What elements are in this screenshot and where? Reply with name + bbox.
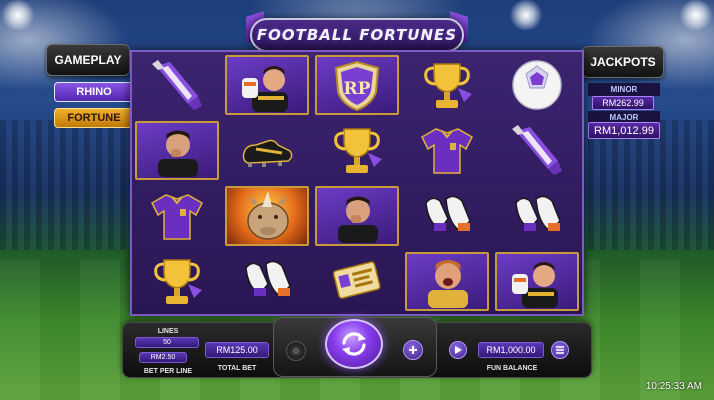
trophy-symbol bbox=[418, 58, 476, 112]
minor-jackpot-value: RM262.99 bbox=[592, 96, 654, 110]
fortune-mode-button[interactable]: FORTUNE bbox=[54, 108, 134, 128]
card-symbol bbox=[328, 254, 386, 308]
boot-symbol bbox=[238, 123, 296, 177]
scarf-symbol bbox=[508, 123, 566, 177]
menu-icon bbox=[556, 346, 564, 354]
control-bar: LINES 50 RM2.50 BET PER LINE RM125.00 TO… bbox=[122, 317, 592, 378]
stop-icon bbox=[292, 347, 300, 355]
rhino-symbol bbox=[238, 189, 296, 243]
reel-cell bbox=[222, 249, 312, 315]
reel-cell bbox=[312, 118, 402, 184]
gloves-symbol bbox=[508, 189, 566, 243]
lines-selector[interactable]: 50 bbox=[135, 337, 199, 348]
reel-cell bbox=[402, 249, 492, 315]
total-bet-value: RM125.00 bbox=[205, 342, 269, 358]
floodlight-left bbox=[0, 0, 36, 30]
reel-cell bbox=[492, 249, 582, 315]
reel-cell bbox=[222, 118, 312, 184]
reel-cell bbox=[132, 118, 222, 184]
fun-balance-value: RM1,000.00 bbox=[478, 342, 544, 358]
plus-icon bbox=[409, 346, 417, 354]
rhino-mode-button[interactable]: RHINO bbox=[54, 82, 134, 102]
reel-cell bbox=[312, 249, 402, 315]
reel-cell bbox=[492, 183, 582, 249]
autoplay-button[interactable] bbox=[449, 341, 467, 359]
minor-jackpot-label: MINOR bbox=[588, 83, 660, 96]
svg-text:RP: RP bbox=[344, 79, 371, 99]
spin-button[interactable] bbox=[325, 319, 383, 369]
jersey-symbol bbox=[418, 123, 476, 177]
reel-cell bbox=[402, 52, 492, 118]
trophy-symbol bbox=[148, 254, 206, 308]
floodlight-right bbox=[678, 0, 714, 30]
stop-button[interactable] bbox=[286, 341, 306, 361]
reel-cell bbox=[132, 52, 222, 118]
reel-cell bbox=[492, 118, 582, 184]
total-bet-label: TOTAL BET bbox=[217, 365, 257, 372]
reel-cell bbox=[312, 183, 402, 249]
menu-button[interactable] bbox=[551, 341, 569, 359]
clock: 10:25:33 AM bbox=[645, 381, 702, 392]
reel-cell bbox=[402, 118, 492, 184]
game-logo: FOOTBALL FORTUNES bbox=[250, 18, 464, 52]
symbol-grid: RP bbox=[132, 52, 582, 314]
goalkeeper-symbol bbox=[238, 58, 296, 112]
fun-balance-label: FUN BALANCE bbox=[486, 365, 538, 372]
player-portrait-symbol bbox=[328, 189, 386, 243]
gloves-symbol bbox=[418, 189, 476, 243]
bet-per-line-selector[interactable]: RM2.50 bbox=[139, 352, 187, 363]
rp-badge-symbol: RP bbox=[328, 58, 386, 112]
gameplay-heading: GAMEPLAY bbox=[46, 44, 130, 76]
floodlight-center bbox=[508, 0, 544, 30]
jackpots-heading: JACKPOTS bbox=[582, 46, 664, 78]
reel-cell bbox=[132, 249, 222, 315]
increase-bet-button[interactable] bbox=[403, 340, 423, 360]
reel-cell bbox=[132, 183, 222, 249]
lines-label: LINES bbox=[157, 328, 179, 335]
goalkeeper-symbol bbox=[508, 254, 566, 309]
jersey-symbol bbox=[148, 189, 206, 243]
gloves-symbol bbox=[238, 254, 296, 308]
game-title: FOOTBALL FORTUNES bbox=[256, 26, 458, 44]
spin-arrows-icon bbox=[342, 332, 366, 356]
reel-area: RP bbox=[130, 50, 584, 316]
reel-cell bbox=[222, 52, 312, 118]
player-portrait-symbol bbox=[148, 123, 206, 178]
reel-cell bbox=[402, 183, 492, 249]
autoplay-icon bbox=[455, 346, 462, 354]
bet-per-line-label: BET PER LINE bbox=[143, 368, 193, 375]
reel-cell bbox=[492, 52, 582, 118]
goalkeeper-shouting-symbol bbox=[418, 254, 476, 309]
football-symbol bbox=[508, 58, 566, 112]
trophy-symbol bbox=[328, 123, 386, 177]
scarf-symbol bbox=[148, 58, 206, 112]
reel-cell: RP bbox=[312, 52, 402, 118]
reel-cell bbox=[222, 183, 312, 249]
major-jackpot-value: RM1,012.99 bbox=[588, 122, 660, 139]
